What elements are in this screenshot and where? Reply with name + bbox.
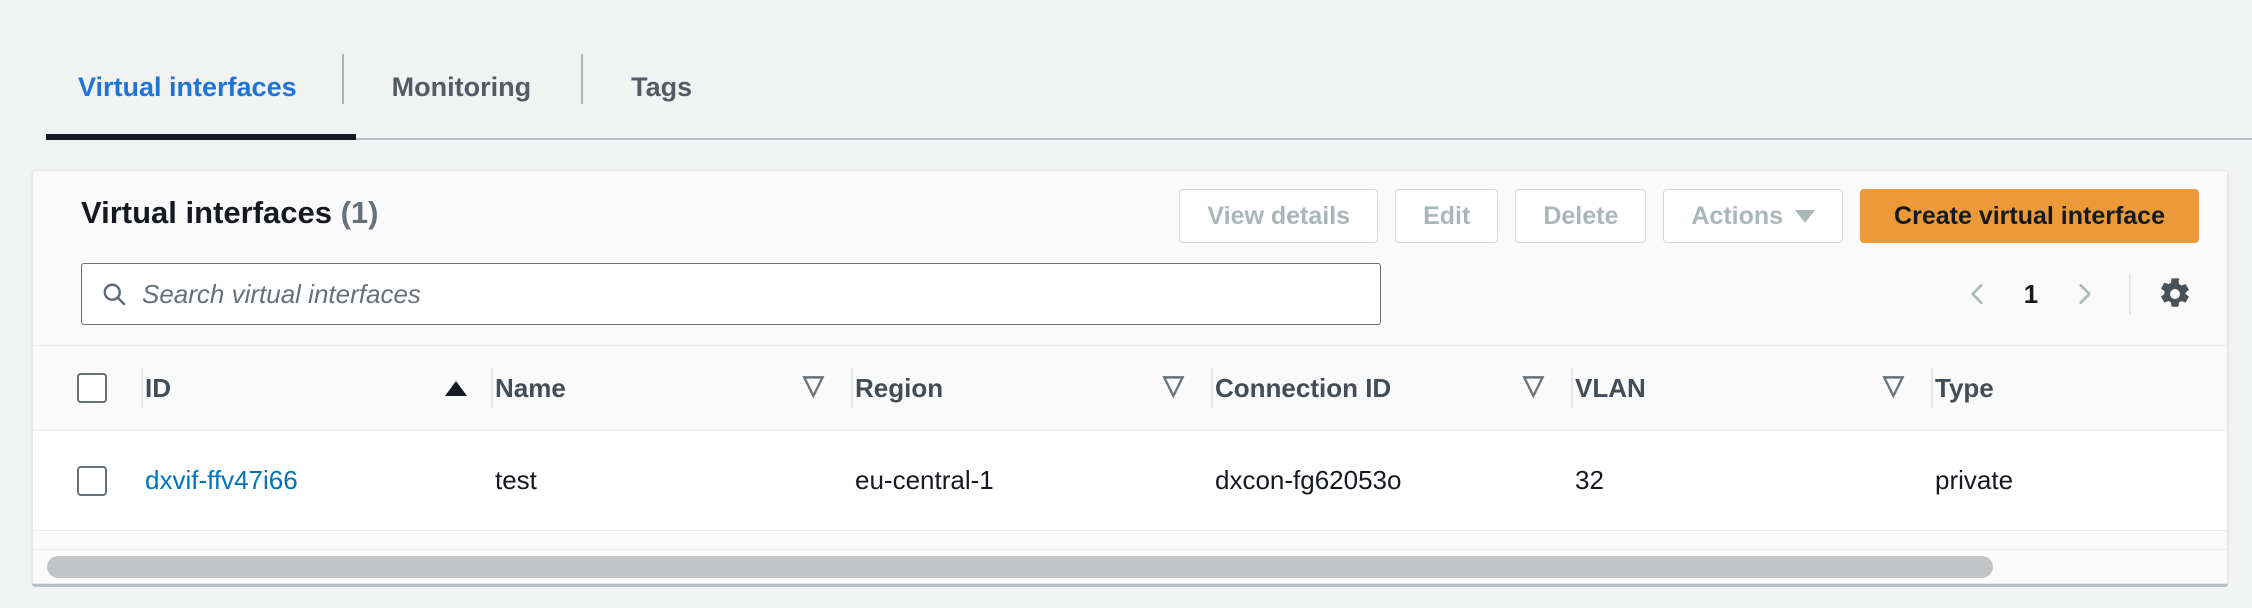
column-label: Type [1935, 372, 1994, 403]
actions-label: Actions [1691, 201, 1784, 230]
sort-ascending-icon [445, 380, 467, 396]
select-all-column-header [33, 345, 143, 431]
panel-title-text: Virtual interfaces [81, 195, 332, 230]
horizontal-scrollbar-thumb[interactable] [47, 556, 1993, 578]
column-header-vlan[interactable]: VLAN [1573, 345, 1933, 431]
tab-label: Tags [631, 71, 693, 102]
sort-icon [803, 372, 827, 399]
table-scroll-container: ID Name Region [33, 345, 2227, 537]
chevron-down-icon [1795, 209, 1816, 223]
cell-connection-id: dxcon-fg62053o [1213, 430, 1573, 531]
next-page-button[interactable] [2057, 267, 2111, 321]
table-preferences-button[interactable] [2149, 268, 2201, 320]
column-header-connection-id[interactable]: Connection ID [1213, 345, 1573, 431]
table-row[interactable]: dxvif-ffv47i66 test eu-central-1 dxcon-f… [33, 430, 2227, 531]
column-label: Name [495, 372, 566, 403]
delete-button[interactable]: Delete [1515, 189, 1647, 243]
row-checkbox[interactable] [77, 465, 107, 496]
virtual-interface-link[interactable]: dxvif-ffv47i66 [143, 465, 298, 495]
cell-value: eu-central-1 [855, 465, 994, 495]
sort-icon [1883, 372, 1907, 399]
chevron-right-icon [2079, 284, 2091, 304]
column-label: ID [145, 372, 171, 403]
edit-button[interactable]: Edit [1395, 189, 1499, 243]
view-details-label: View details [1207, 201, 1351, 230]
row-select-cell [33, 430, 143, 531]
create-virtual-interface-button[interactable]: Create virtual interface [1860, 189, 2199, 243]
active-tab-indicator [46, 134, 356, 140]
page-title: Virtual interfaces (1) [81, 195, 379, 231]
cell-name: test [493, 430, 853, 531]
panel-bottom-shadow [32, 584, 2228, 587]
sort-icon [1523, 372, 1547, 399]
tabs-bar: Virtual interfaces Monitoring Tags [0, 0, 2252, 146]
virtual-interfaces-panel: Virtual interfaces (1) View details Edit… [32, 170, 2228, 584]
cell-value: dxcon-fg62053o [1215, 465, 1402, 495]
chevron-left-icon [1971, 284, 1983, 304]
create-label: Create virtual interface [1894, 201, 2165, 230]
search-input[interactable] [142, 278, 1362, 310]
search-box[interactable] [81, 263, 1381, 325]
tab-virtual-interfaces[interactable]: Virtual interfaces [46, 48, 342, 126]
column-header-type[interactable]: Type [1933, 345, 2227, 431]
cell-id: dxvif-ffv47i66 [143, 430, 493, 531]
pagination-divider [2129, 273, 2131, 315]
page-number-1[interactable]: 1 [2009, 279, 2053, 310]
tab-monitoring[interactable]: Monitoring [341, 48, 581, 126]
filter-row: 1 [33, 259, 2227, 345]
column-label: VLAN [1575, 372, 1646, 403]
tab-list: Virtual interfaces Monitoring Tags [46, 48, 742, 126]
cell-type: private [1933, 430, 2227, 531]
previous-page-button[interactable] [1951, 267, 2005, 321]
column-header-name[interactable]: Name [493, 345, 853, 431]
column-label: Region [855, 372, 944, 403]
horizontal-scrollbar[interactable] [33, 549, 2227, 583]
view-details-button[interactable]: View details [1179, 189, 1379, 243]
select-all-checkbox[interactable] [77, 373, 107, 403]
cell-vlan: 32 [1573, 430, 1933, 531]
cell-region: eu-central-1 [853, 430, 1213, 531]
cell-value: 32 [1575, 465, 1604, 495]
search-icon [103, 283, 126, 306]
panel-header: Virtual interfaces (1) View details Edit… [33, 171, 2227, 259]
cell-value: private [1935, 465, 2014, 495]
table-body: dxvif-ffv47i66 test eu-central-1 dxcon-f… [33, 430, 2227, 531]
sort-icon [1163, 372, 1187, 399]
table-header-row: ID Name Region [33, 345, 2227, 431]
tab-label: Virtual interfaces [78, 71, 297, 102]
edit-label: Edit [1423, 201, 1471, 230]
table-head: ID Name Region [33, 345, 2227, 431]
cell-value: test [495, 465, 537, 495]
column-label: Connection ID [1215, 372, 1392, 403]
column-header-id[interactable]: ID [143, 345, 493, 431]
panel-actions: View details Edit Delete Actions Create … [1179, 189, 2199, 243]
tabs-divider [46, 138, 2252, 140]
gear-icon [2161, 278, 2189, 307]
tab-label: Monitoring [391, 71, 532, 102]
pagination: 1 [1951, 267, 2201, 321]
tab-tags[interactable]: Tags [581, 48, 742, 126]
actions-dropdown-button[interactable]: Actions [1663, 189, 1844, 243]
column-header-region[interactable]: Region [853, 345, 1213, 431]
virtual-interfaces-table: ID Name Region [33, 345, 2227, 531]
delete-label: Delete [1543, 201, 1619, 230]
panel-item-count: (1) [340, 195, 379, 230]
